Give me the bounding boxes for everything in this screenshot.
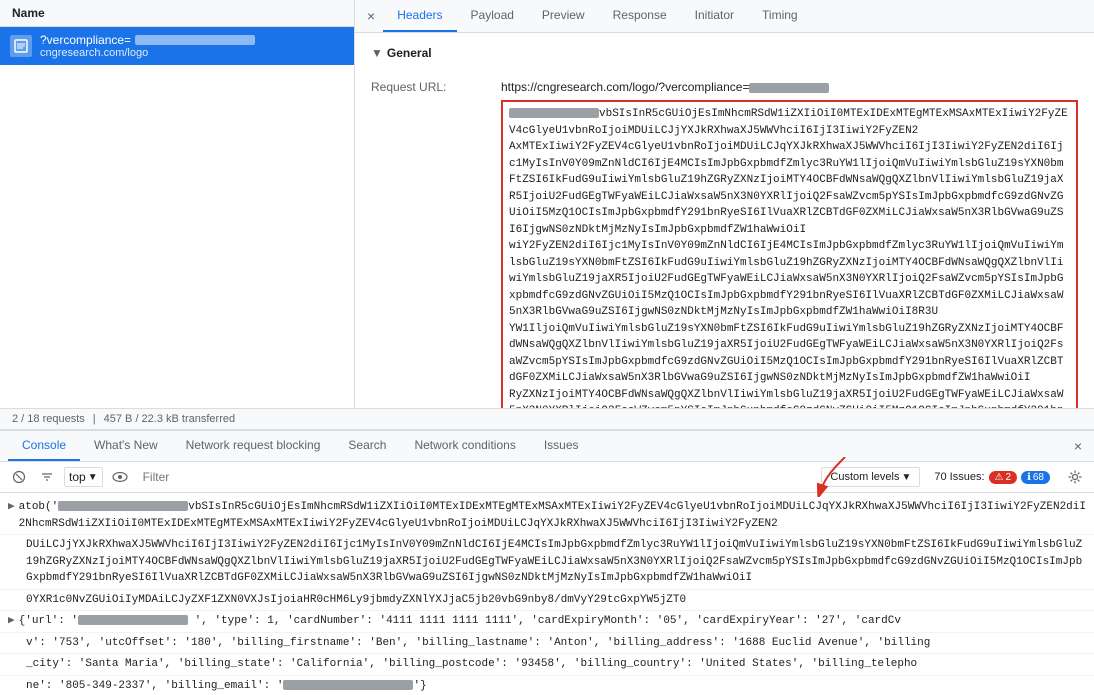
list-item[interactable]: ?vercompliance= cngresearch.com/logo — [0, 27, 354, 65]
file-list-header: Name — [0, 0, 354, 27]
bottom-panel: Console What's New Network request block… — [0, 430, 1094, 695]
detail-tabs: × Headers Payload Preview Response Initi… — [355, 0, 1094, 33]
clear-console-button[interactable] — [8, 466, 30, 488]
error-badge: ⚠ 2 — [989, 471, 1018, 484]
file-info: ?vercompliance= cngresearch.com/logo — [40, 33, 344, 59]
file-name-prefix: ?vercompliance= — [40, 33, 131, 47]
console-line: ▶ atob('vbSIsInR5cGUiOjEsImNhcmRSdW1iZXI… — [0, 497, 1094, 535]
file-url: cngresearch.com/logo — [40, 47, 344, 59]
tab-payload[interactable]: Payload — [457, 0, 528, 32]
log-text: atob('vbSIsInR5cGUiOjEsImNhcmRSdW1iZXIiO… — [19, 499, 1086, 532]
section-title: General — [387, 46, 432, 60]
console-line: DUiLCJjYXJkRXhwaXJ5WWVhciI6IjI3IiwiY2FyZ… — [0, 535, 1094, 590]
long-value-redacted — [509, 108, 599, 118]
url-redacted — [749, 83, 829, 93]
filter-input[interactable] — [137, 468, 810, 486]
console-line: _city': 'Santa Maria', 'billing_state': … — [0, 654, 1094, 676]
file-name-redacted — [135, 35, 255, 45]
general-section-header: ▼ General — [371, 43, 1078, 71]
tab-preview[interactable]: Preview — [528, 0, 599, 32]
custom-levels-arrow: ▼ — [901, 472, 911, 483]
info-badge: ℹ 68 — [1021, 471, 1050, 484]
filter-icon-button[interactable] — [36, 466, 58, 488]
request-url-row: Request URL: https://cngresearch.com/log… — [371, 77, 1078, 408]
custom-levels-label: Custom levels — [830, 471, 899, 483]
tab-network-conditions[interactable]: Network conditions — [400, 431, 529, 461]
bottom-close-button[interactable]: × — [1070, 434, 1086, 458]
tab-console[interactable]: Console — [8, 431, 80, 461]
detail-content: ▼ General Request URL: https://cngresear… — [355, 33, 1094, 408]
toggle-icon[interactable]: ▼ — [371, 46, 383, 60]
log-text: ne': '805-349-2337', 'billing_email': ''… — [26, 678, 1086, 695]
long-value-box: vbSIsInR5cGUiOjEsImNhcmRSdW1iZXIiOiI0MTE… — [501, 100, 1078, 408]
tab-headers[interactable]: Headers — [383, 0, 456, 32]
bottom-tabs: Console What's New Network request block… — [0, 431, 1094, 462]
redacted-span — [58, 501, 188, 511]
tab-search[interactable]: Search — [334, 431, 400, 461]
custom-levels-button[interactable]: Custom levels ▼ — [821, 467, 920, 487]
log-text: DUiLCJjYXJkRXhwaXJ5WWVhciI6IjI3IiwiY2FyZ… — [26, 537, 1086, 587]
request-url-label: Request URL: — [371, 80, 501, 94]
issues-count: 70 Issues: ⚠ 2 ℹ 68 — [926, 468, 1058, 487]
transfer-size: 457 B / 22.3 kB transferred — [104, 413, 235, 425]
tab-whats-new[interactable]: What's New — [80, 431, 172, 461]
file-list: Name ?vercompliance= cngresearch.com/log… — [0, 0, 355, 408]
top-dropdown[interactable]: top ▼ — [64, 467, 103, 487]
detail-panel: × Headers Payload Preview Response Initi… — [355, 0, 1094, 408]
console-toolbar: top ▼ Custom levels ▼ 7 — [0, 462, 1094, 493]
redacted-url — [78, 615, 188, 625]
separator: | — [93, 413, 96, 425]
line-toggle[interactable]: ▶ — [8, 499, 15, 516]
console-line: ▶ {'url': ' ', 'type': 1, 'cardNumber': … — [0, 611, 1094, 633]
console-line: ne': '805-349-2337', 'billing_email': ''… — [0, 676, 1094, 695]
tab-initiator[interactable]: Initiator — [681, 0, 748, 32]
log-text: 0YXR1c0NvZGUiOiIyMDAiLCJyZXF1ZXN0VXJsIjo… — [26, 592, 1086, 609]
main-panel: Name ?vercompliance= cngresearch.com/log… — [0, 0, 1094, 409]
dropdown-arrow-icon: ▼ — [88, 472, 98, 483]
tab-timing[interactable]: Timing — [748, 0, 812, 32]
console-line: 0YXR1c0NvZGUiOiIyMDAiLCJyZXF1ZXN0VXJsIjo… — [0, 590, 1094, 612]
log-text: {'url': ' ', 'type': 1, 'cardNumber': '4… — [19, 613, 1086, 630]
tab-network-request-blocking[interactable]: Network request blocking — [172, 431, 335, 461]
console-output: ▶ atob('vbSIsInR5cGUiOjEsImNhcmRSdW1iZXI… — [0, 493, 1094, 695]
console-line: v': '753', 'utcOffset': '180', 'billing_… — [0, 633, 1094, 655]
issues-label: 70 Issues: — [934, 471, 984, 483]
close-button[interactable]: × — [359, 4, 383, 28]
show-hide-button[interactable] — [109, 466, 131, 488]
line-toggle[interactable]: ▶ — [8, 613, 15, 630]
email-redacted — [283, 680, 413, 690]
status-bar: 2 / 18 requests | 457 B / 22.3 kB transf… — [0, 409, 1094, 430]
log-text: _city': 'Santa Maria', 'billing_state': … — [26, 656, 1086, 673]
top-label: top — [69, 470, 86, 484]
log-text: v': '753', 'utcOffset': '180', 'billing_… — [26, 635, 1086, 652]
request-count: 2 / 18 requests — [12, 413, 85, 425]
tab-response[interactable]: Response — [599, 0, 681, 32]
settings-button[interactable] — [1064, 466, 1086, 488]
tab-issues[interactable]: Issues — [530, 431, 593, 461]
file-icon — [10, 35, 32, 57]
request-url-value: https://cngresearch.com/logo/?vercomplia… — [501, 80, 829, 94]
